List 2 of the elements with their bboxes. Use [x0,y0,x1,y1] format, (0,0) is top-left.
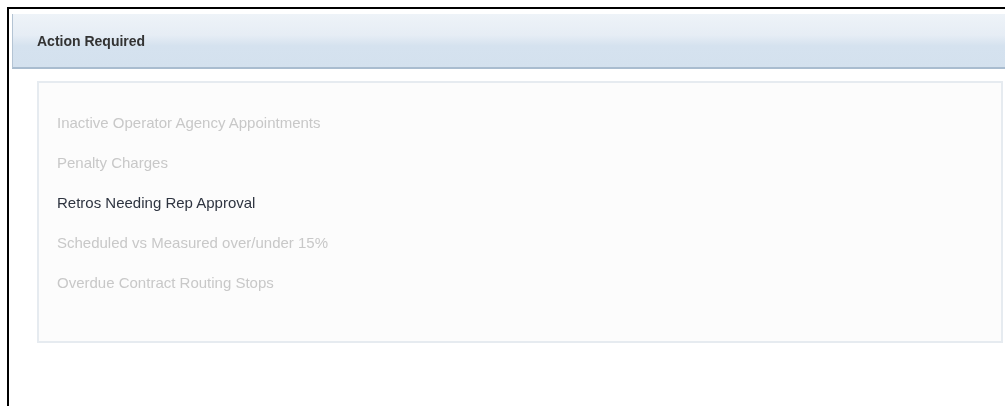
action-link[interactable]: Retros Needing Rep Approval [39,183,1001,223]
panel-title: Action Required [37,32,146,49]
